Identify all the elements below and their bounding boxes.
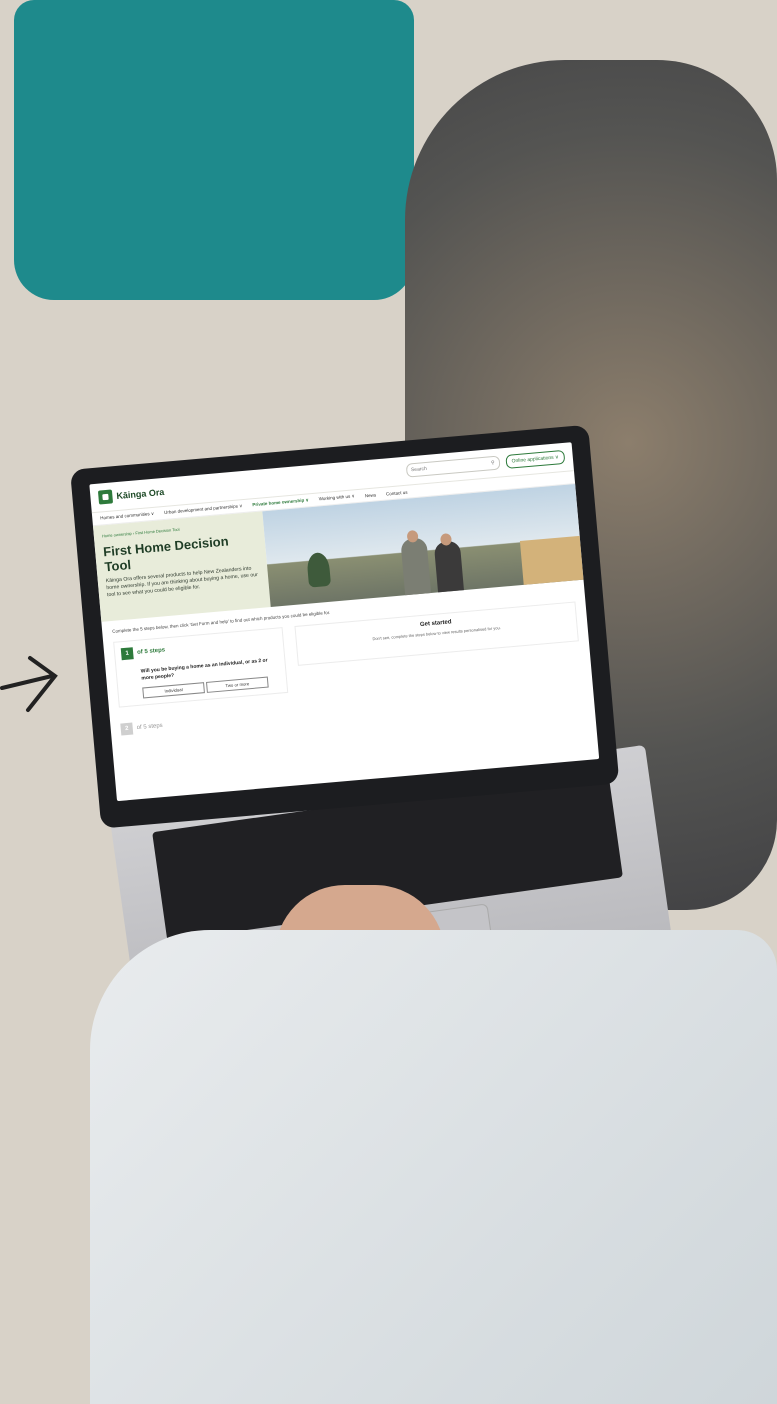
fence bbox=[519, 535, 584, 585]
logo-icon bbox=[97, 489, 114, 505]
nav-item-news[interactable]: News bbox=[365, 492, 377, 498]
step-number: 1 bbox=[120, 647, 134, 661]
logo-text: Kāinga Ora bbox=[116, 486, 165, 502]
step-header: 1 of 5 steps bbox=[120, 635, 277, 661]
choice-two-or-more-button[interactable]: Two or more bbox=[205, 676, 269, 693]
shirt bbox=[90, 930, 777, 1404]
step-label: of 5 steps bbox=[136, 722, 163, 732]
person bbox=[400, 537, 432, 596]
nav-item-working[interactable]: Working with us ∨ bbox=[318, 493, 355, 502]
photo-scene: Kāinga Ora Search ⚲ Online applications … bbox=[0, 0, 777, 1404]
nav-item-contact[interactable]: Contact us bbox=[386, 489, 408, 496]
search-placeholder: Search bbox=[410, 465, 428, 474]
search-input[interactable]: Search ⚲ bbox=[405, 455, 501, 478]
choice-individual-button[interactable]: Individual bbox=[142, 682, 205, 699]
online-applications-button[interactable]: Online applications ∨ bbox=[505, 449, 566, 469]
teal-cushion bbox=[14, 0, 414, 300]
laptop-lid: Kāinga Ora Search ⚲ Online applications … bbox=[70, 424, 620, 829]
hero-text-panel: Home ownership › First Home Decision Too… bbox=[92, 511, 271, 622]
tree bbox=[306, 551, 332, 588]
search-icon: ⚲ bbox=[490, 459, 495, 467]
step-number: 2 bbox=[120, 722, 134, 736]
step-label: of 5 steps bbox=[136, 647, 166, 656]
step-card: 1 of 5 steps Will you be buying a home a… bbox=[113, 627, 289, 708]
browser-screen: Kāinga Ora Search ⚲ Online applications … bbox=[89, 442, 600, 802]
nav-item-homes[interactable]: Homes and communities ∨ bbox=[100, 511, 154, 522]
site-logo[interactable]: Kāinga Ora bbox=[97, 485, 165, 505]
person bbox=[433, 540, 464, 593]
nav-item-home-ownership[interactable]: Private home ownership ∨ bbox=[252, 497, 309, 508]
arrow-icon bbox=[0, 656, 58, 712]
